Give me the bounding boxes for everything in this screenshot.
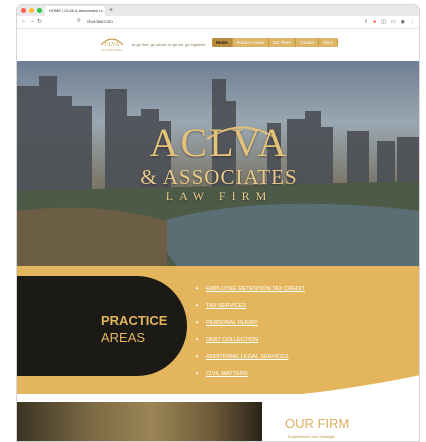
practice-list: EMPLOYEE RETENTION TAX CREDIT TAX SERVIC… [195,285,305,387]
firm-photo [17,402,262,441]
menu-icon[interactable]: ⋮ [410,19,415,25]
menu-item-home[interactable]: Home [212,38,233,47]
share-icon[interactable]: ⇪ [364,19,368,25]
back-button[interactable]: ← [21,18,27,24]
hero-logo-tag: LAW FIRM [165,189,273,203]
site-tagline: to go fast, go alone; to go far, go toge… [132,42,206,47]
browser-window: HOME | CLVA & Associates L... × + ← → ↻ … [16,4,420,442]
hero-banner: ACLVA & ASSOCIATES LAW FIRM [17,61,419,266]
firm-subtitle: Experienced and Strategic [288,434,335,439]
minimize-window-icon[interactable] [29,8,34,13]
svg-text:& ASSOCIATES: & ASSOCIATES [102,48,123,52]
window-controls [21,8,42,13]
reload-button[interactable]: ↻ [37,18,42,25]
practice-title-line1: PRACTICE [101,313,168,328]
site-logo[interactable]: CLVA & ASSOCIATES [97,35,127,53]
firm-title: OUR FIRM [285,416,350,431]
tab-close-icon[interactable]: × [101,6,103,16]
practice-link-tax-services[interactable]: TAX SERVICES [195,302,305,319]
menu-item-our-team[interactable]: Our Team [268,38,296,47]
site-info-icon[interactable]: ⚲ [77,18,81,24]
forward-button[interactable]: → [29,18,35,24]
practice-link-additional-services[interactable]: ADDITIONAL LEGAL SERVICES [195,353,305,370]
sidebar-icon[interactable]: ▭ [391,19,396,25]
menu-item-more[interactable]: More [319,38,338,47]
toolbar-icons: ⇪ ● ◫ ▭ ◉ ⋮ [364,19,415,25]
site-header: CLVA & ASSOCIATES to go fast, go alone; … [17,29,419,61]
practice-link-personal-injury[interactable]: PERSONAL INJURY [195,319,305,336]
extensions-icon[interactable]: ◫ [381,19,386,25]
main-menu: Home Practice Areas Our Team Contact Mor… [212,38,338,47]
our-firm-section: OUR FIRM Experienced and Strategic [17,394,419,441]
address-bar: ← → ↻ ⚲ clva-law.com ⇪ ● ◫ ▭ ◉ ⋮ [17,16,419,29]
practice-title-line2: AREAS [101,330,146,345]
menu-item-practice-areas[interactable]: Practice Areas [232,38,269,47]
extension-icon[interactable]: ● [373,19,376,25]
tab-bar: HOME | CLVA & Associates L... × + [17,5,419,16]
maximize-window-icon[interactable] [37,8,42,13]
hero-logo-sub: & ASSOCIATES [140,165,298,189]
new-tab-button[interactable]: + [109,5,113,16]
browser-tab[interactable]: HOME | CLVA & Associates L... × [45,6,105,16]
url-field[interactable]: clva-law.com [87,19,113,24]
practice-link-employee-retention[interactable]: EMPLOYEE RETENTION TAX CREDIT [195,285,305,302]
practice-link-debt-collection[interactable]: DEBT COLLECTION [195,336,305,353]
menu-item-contact[interactable]: Contact [295,38,320,47]
profile-icon[interactable]: ◉ [401,19,405,25]
tab-title: HOME | CLVA & Associates L... [49,8,105,13]
close-window-icon[interactable] [21,8,26,13]
web-page: CLVA & ASSOCIATES to go fast, go alone; … [17,29,419,441]
hero-logo-main: ACLVA [149,120,289,165]
